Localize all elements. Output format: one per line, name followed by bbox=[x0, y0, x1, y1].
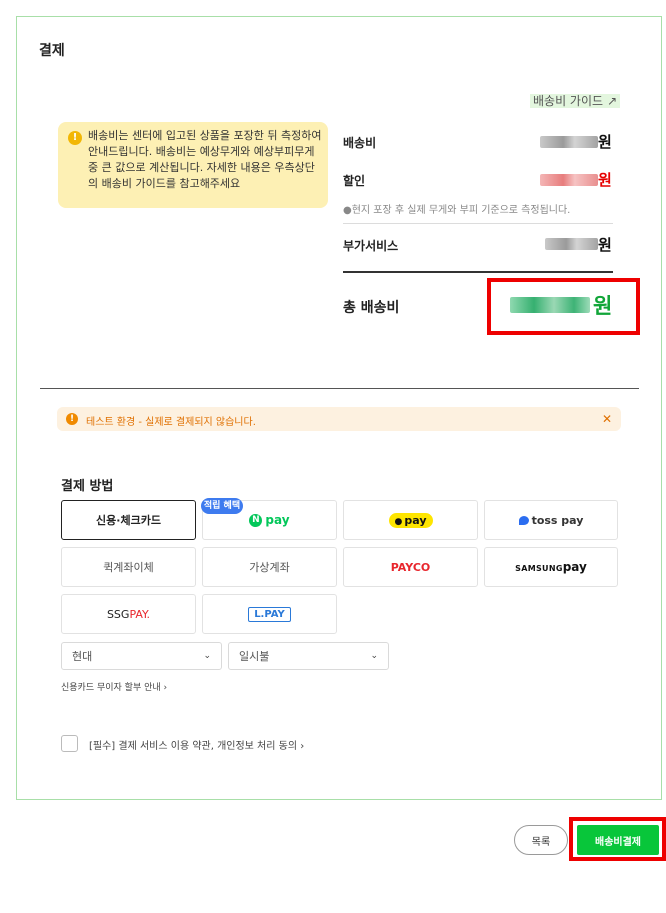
discount-unit: 원 bbox=[598, 171, 612, 189]
l-pay-logo: L.PAY bbox=[248, 606, 291, 622]
payment-method-title: 결제 방법 bbox=[61, 479, 114, 494]
chevron-down-icon: ⌄ bbox=[203, 651, 211, 661]
addon-service-unit: 원 bbox=[598, 236, 612, 254]
discount-value-masked bbox=[540, 174, 598, 186]
addon-service-value-masked bbox=[545, 238, 598, 250]
method-credit-card-label: 신용·체크카드 bbox=[96, 514, 161, 527]
method-quick-transfer-label: 퀵계좌이체 bbox=[103, 561, 154, 574]
section-divider bbox=[40, 388, 639, 389]
total-shipping-value-masked bbox=[510, 297, 590, 313]
lightbulb-icon: ! bbox=[68, 131, 82, 145]
total-shipping-unit: 원 bbox=[593, 294, 613, 318]
method-credit-card[interactable]: 신용·체크카드 bbox=[61, 500, 196, 540]
kakao-pay-logo: pay bbox=[388, 512, 433, 528]
alert-icon: ! bbox=[66, 413, 78, 425]
naver-n-icon: N bbox=[249, 513, 263, 527]
addon-service-label: 부가서비스 bbox=[343, 239, 399, 253]
toss-pay-logo: toss pay bbox=[518, 514, 583, 527]
agreement-checkbox[interactable] bbox=[61, 735, 78, 752]
chevron-down-icon: ⌄ bbox=[370, 651, 378, 661]
installment-value: 일시불 bbox=[239, 650, 270, 663]
external-link-icon: ↗ bbox=[607, 94, 618, 108]
total-divider bbox=[343, 271, 613, 273]
shipping-fee-value-masked bbox=[540, 136, 598, 148]
test-env-warning-text: 테스트 환경 - 실제로 결제되지 않습니다. bbox=[86, 417, 256, 428]
naver-pay-logo: Npay bbox=[249, 513, 290, 527]
reward-badge: 적립 혜택 bbox=[201, 498, 243, 514]
total-shipping-label: 총 배송비 bbox=[343, 300, 400, 316]
method-payco[interactable]: PAYCO bbox=[343, 547, 478, 587]
shipping-fee-unit: 원 bbox=[598, 133, 612, 151]
method-ssg-pay[interactable]: SSGPAY. bbox=[61, 594, 196, 634]
samsung-pay-logo: SAMSUNGpay bbox=[515, 560, 587, 574]
agreement-label[interactable]: [필수] 결제 서비스 이용 약관, 개인정보 처리 동의 › bbox=[89, 737, 304, 752]
measurement-note: ●현지 포장 후 실제 무게와 부피 기준으로 측정됩니다. bbox=[343, 205, 571, 216]
interest-free-info-link[interactable]: 신용카드 무이자 할부 안내 › bbox=[61, 680, 167, 693]
shipping-fee-label: 배송비 bbox=[343, 136, 377, 150]
method-toss-pay[interactable]: toss pay bbox=[484, 500, 618, 540]
method-virtual-account-label: 가상계좌 bbox=[249, 561, 290, 574]
method-l-pay[interactable]: L.PAY bbox=[202, 594, 337, 634]
shipping-guide-link[interactable]: 배송비 가이드 ↗ bbox=[530, 94, 621, 108]
discount-label: 할인 bbox=[343, 174, 366, 188]
shipping-guide-label: 배송비 가이드 bbox=[533, 94, 604, 108]
installment-select[interactable]: 일시불 ⌄ bbox=[228, 642, 389, 670]
payco-logo: PAYCO bbox=[390, 560, 431, 574]
method-virtual-account[interactable]: 가상계좌 bbox=[202, 547, 337, 587]
close-icon[interactable]: ✕ bbox=[602, 412, 612, 426]
list-button[interactable]: 목록 bbox=[514, 825, 568, 855]
card-company-select[interactable]: 현대 ⌄ bbox=[61, 642, 222, 670]
divider bbox=[343, 223, 613, 224]
page-title: 결제 bbox=[39, 43, 65, 59]
toss-drop-icon bbox=[518, 515, 529, 525]
card-company-value: 현대 bbox=[72, 650, 93, 663]
method-samsung-pay[interactable]: SAMSUNGpay bbox=[484, 547, 618, 587]
method-quick-transfer[interactable]: 퀵계좌이체 bbox=[61, 547, 196, 587]
pay-shipping-button[interactable]: 배송비결제 bbox=[577, 825, 659, 855]
info-tip-text: 배송비는 센터에 입고된 상품을 포장한 뒤 측정하여 안내드립니다. 배송비는… bbox=[88, 129, 322, 190]
ssg-pay-logo: SSGPAY. bbox=[106, 607, 151, 621]
method-kakao-pay[interactable]: pay bbox=[343, 500, 478, 540]
